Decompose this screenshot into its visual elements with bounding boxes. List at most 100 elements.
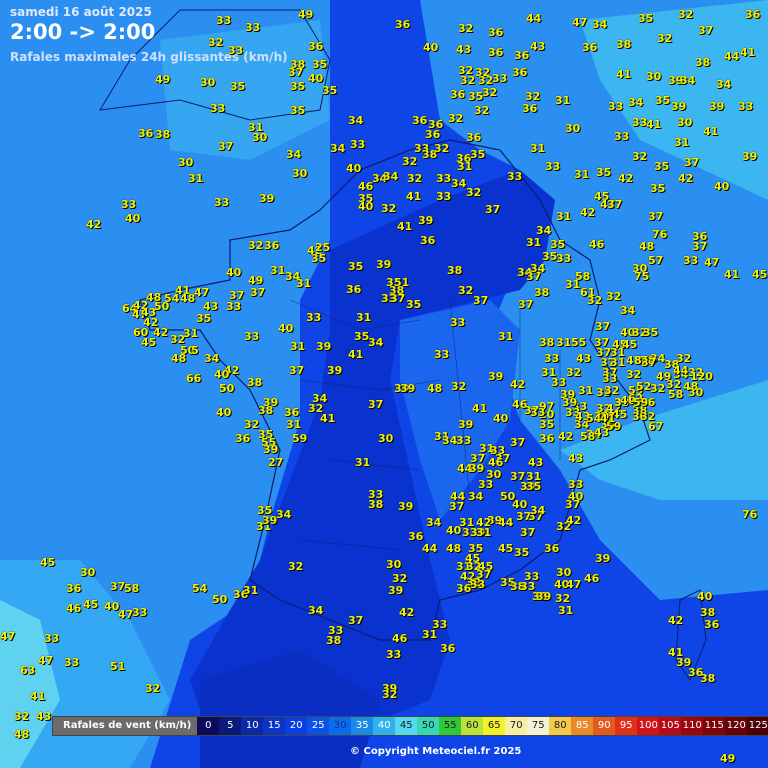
legend-swatch: 90 (593, 717, 616, 735)
gust-value-label: 40 (493, 412, 509, 425)
gust-value-label: 38 (539, 336, 555, 349)
gust-value-label: 41 (616, 68, 632, 81)
legend-swatch: 85 (571, 717, 594, 735)
gust-value-label: 41 (646, 118, 662, 131)
gust-value-label: 31 (270, 264, 286, 277)
gust-value-label: 34 (330, 142, 346, 155)
gust-value-label: 31 (578, 384, 594, 397)
gust-value-label: 34 (680, 74, 696, 87)
gust-value-label: 34 (620, 304, 636, 317)
gust-value-label: 41 (406, 190, 422, 203)
gust-value-label: 36 (704, 618, 720, 631)
gust-value-label: 38 (326, 634, 342, 647)
gust-value-label: 57 (648, 254, 664, 267)
map-title: Rafales maximales 24h glissantes (km/h) (10, 50, 288, 64)
legend-swatch: 125 (747, 717, 768, 735)
gust-value-label: 36 (346, 283, 362, 296)
gust-value-label: 40 (278, 322, 294, 335)
gust-value-label: 39 (709, 100, 725, 113)
gust-value-label: 50 (212, 593, 228, 606)
gust-value-label: 75 (634, 270, 650, 283)
gust-value-label: 48 (14, 728, 30, 741)
gust-value-label: 33 (244, 330, 260, 343)
gust-value-label: 45 (498, 542, 514, 555)
gust-value-label: 54 (192, 582, 208, 595)
gust-value-label: 63 (20, 664, 36, 677)
gust-value-label: 35 (230, 80, 246, 93)
gust-value-label: 33 (245, 21, 261, 34)
gust-value-label: 33 (121, 198, 137, 211)
gust-value-label: 42 (86, 218, 102, 231)
gust-value-label: 40 (216, 406, 232, 419)
gust-value-label: 37 (518, 298, 534, 311)
gust-value-label: 36 (66, 582, 82, 595)
gust-value-label: 27 (268, 456, 284, 469)
gust-value-label: 36 (522, 102, 538, 115)
gust-value-label: 33 (210, 102, 226, 115)
gust-value-label: 32 (650, 382, 666, 395)
gust-value-label: 36 (582, 41, 598, 54)
gust-value-label: 43 (594, 426, 610, 439)
gust-value-label: 32 (248, 239, 264, 252)
gust-value-label: 33 (44, 632, 60, 645)
gust-value-label: 33 (64, 656, 80, 669)
gust-value-label: 34 (286, 148, 302, 161)
gust-value-label: 32 (448, 112, 464, 125)
gust-value-label: 43 (36, 710, 52, 723)
gust-value-label: 35 (655, 94, 671, 107)
gust-value-label: 36 (420, 234, 436, 247)
gust-value-label: 38 (695, 56, 711, 69)
gust-value-label: 36 (745, 8, 761, 21)
gust-value-label: 42 (399, 606, 415, 619)
gust-value-label: 40 (423, 41, 439, 54)
gust-value-label: 31 (356, 311, 372, 324)
gust-value-label: 41 (600, 412, 616, 425)
gust-value-label: 32 (402, 155, 418, 168)
gust-value-label: 39 (418, 214, 434, 227)
legend-swatch: 75 (527, 717, 550, 735)
gust-value-label: 33 (683, 254, 699, 267)
gust-value-label: 33 (556, 252, 572, 265)
gust-value-label: 35 (654, 160, 670, 173)
gust-value-label: 76 (742, 508, 758, 521)
gust-value-label: 49 (155, 73, 171, 86)
gust-value-label: 38 (534, 286, 550, 299)
gust-value-label: 36 (488, 26, 504, 39)
gust-value-label: 47 (0, 630, 16, 643)
gust-value-label: 36 (514, 49, 530, 62)
gust-value-label: 35 (290, 80, 306, 93)
legend-swatch: 95 (615, 717, 638, 735)
legend-swatch: 25 (307, 717, 330, 735)
gust-value-label: 31 (565, 278, 581, 291)
gust-value-label: 31 (556, 336, 572, 349)
gust-value-label: 47 (194, 286, 210, 299)
gust-map: samedi 16 août 2025 2:00 -> 2:00 Rafales… (0, 0, 768, 768)
gust-value-label: 30 (252, 131, 268, 144)
gust-value-label: 37 (250, 286, 266, 299)
gust-value-label: 40 (214, 368, 230, 381)
gust-value-label: 38 (700, 672, 716, 685)
gust-value-label: 5 (191, 344, 199, 357)
gust-value-label: 33 (306, 311, 322, 324)
gust-value-label: 45 (141, 336, 157, 349)
gust-value-label: 32 (460, 74, 476, 87)
gust-value-label: 39 (376, 258, 392, 271)
gust-value-label: 37 (368, 398, 384, 411)
gust-value-label: 33 (436, 172, 452, 185)
gust-value-label: 39 (488, 370, 504, 383)
gust-value-label: 38 (155, 128, 171, 141)
gust-value-label: 45 (752, 268, 768, 281)
gust-value-label: 30 (378, 432, 394, 445)
gust-value-label: 33 (450, 316, 466, 329)
gust-value-label: 39 (263, 443, 279, 456)
gust-value-label: 59 (292, 432, 308, 445)
gust-value-label: 33 (614, 130, 630, 143)
gust-value-label: 32 (678, 8, 694, 21)
gust-value-label: 35 (311, 252, 327, 265)
gust-value-label: 50 (154, 300, 170, 313)
gust-value-label: 46 (392, 632, 408, 645)
gust-value-label: 33 (436, 190, 452, 203)
gust-value-label: 58 (668, 388, 684, 401)
gust-value-label: 35 (406, 298, 422, 311)
gust-value-label: 34 (592, 18, 608, 31)
